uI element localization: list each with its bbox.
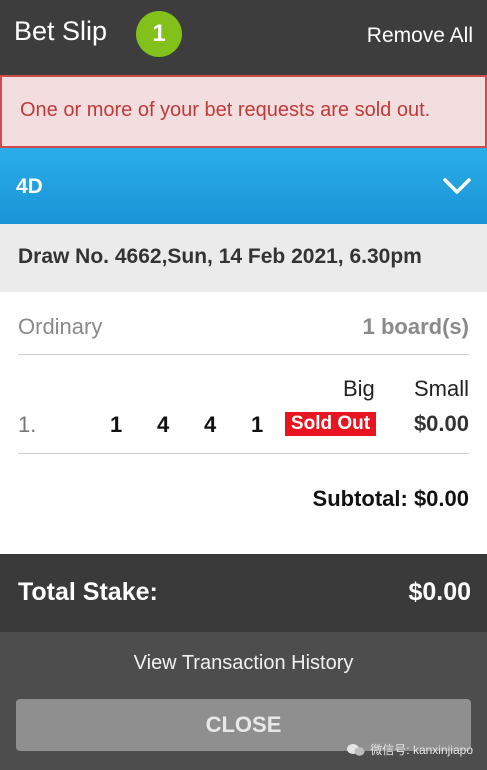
- bet-slip-header: Bet Slip 1 Remove All: [0, 0, 487, 75]
- game-section-header[interactable]: 4D: [0, 148, 487, 224]
- board-count: 1 board(s): [362, 314, 469, 339]
- bet-slip-title: Bet Slip: [14, 16, 108, 46]
- total-stake-bar: Total Stake: $0.00: [0, 554, 487, 632]
- view-transaction-history-link[interactable]: View Transaction History: [0, 652, 487, 675]
- divider: [18, 453, 469, 454]
- column-header-small: Small: [413, 376, 469, 401]
- watermark-text: 微信号: kanxinjiapo: [370, 743, 473, 757]
- bet-digit: 1: [251, 412, 264, 437]
- divider: [18, 354, 469, 355]
- remove-all-button[interactable]: Remove All: [367, 24, 473, 48]
- bet-count-badge: 1: [136, 11, 182, 57]
- draw-info: Draw No. 4662,Sun, 14 Feb 2021, 6.30pm: [0, 224, 487, 292]
- bet-line-index: 1.: [18, 412, 37, 437]
- column-header-big: Big: [343, 376, 375, 401]
- bet-digit: 4: [204, 412, 217, 437]
- bet-details: Ordinary 1 board(s) Big Small 1. 1 4 4 1…: [0, 292, 487, 554]
- chevron-down-icon[interactable]: [441, 170, 473, 202]
- watermark: 微信号: kanxinjiapo: [346, 741, 473, 758]
- subtotal: Subtotal: $0.00: [312, 486, 469, 511]
- bet-digit: 4: [157, 412, 170, 437]
- bet-digit: 1: [110, 412, 123, 437]
- total-stake-value: $0.00: [408, 578, 471, 606]
- total-stake-label: Total Stake:: [18, 578, 158, 606]
- sold-out-badge: Sold Out: [285, 412, 376, 436]
- wechat-icon: [347, 743, 365, 756]
- bet-type: Ordinary: [18, 314, 103, 339]
- game-name: 4D: [16, 175, 43, 198]
- sold-out-alert: One or more of your bet requests are sol…: [0, 75, 487, 148]
- small-amount: $0.00: [413, 411, 469, 436]
- footer: View Transaction History CLOSE 微信号: kanx…: [0, 632, 487, 770]
